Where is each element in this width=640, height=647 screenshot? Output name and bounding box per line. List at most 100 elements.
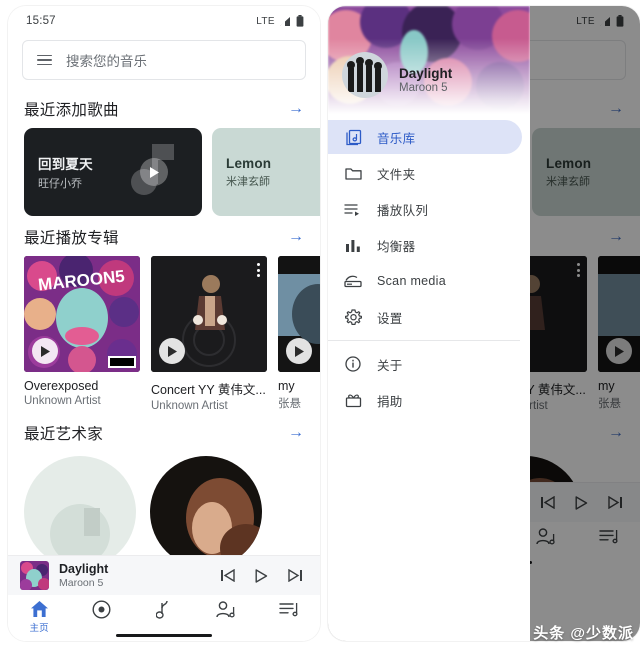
album-art[interactable] <box>151 256 267 372</box>
now-playing-artist: Maroon 5 <box>59 576 104 589</box>
queue-icon <box>344 200 362 218</box>
play-button[interactable] <box>255 568 268 583</box>
drawer-item-queue[interactable]: 播放队列 <box>328 192 522 226</box>
album-row: MAROON5 Overexposed Unknown Artist Conce… <box>8 256 320 412</box>
arrow-right-icon[interactable]: → <box>288 101 304 117</box>
quick-card-row: 回到夏天 旺仔小乔 Lemon 米津玄師 <box>8 128 320 216</box>
album-artist: Unknown Artist <box>24 395 101 407</box>
overflow-menu-icon[interactable] <box>257 263 260 277</box>
bottom-navigation: 主页 <box>8 595 320 641</box>
library-icon <box>344 128 362 146</box>
nav-tab-albums[interactable] <box>74 600 130 619</box>
now-playing-art <box>20 561 49 590</box>
play-button[interactable] <box>140 158 168 186</box>
drawer-track-artist: Maroon 5 <box>399 82 448 94</box>
artist-avatar <box>150 456 262 568</box>
drawer-item-label: 捐助 <box>377 394 403 409</box>
mini-player-art <box>20 561 49 590</box>
album-art[interactable] <box>278 256 320 372</box>
play-button[interactable] <box>32 338 58 364</box>
artist-item[interactable] <box>150 456 262 568</box>
app-screen-home: 15:57 LTE 搜索您的音乐 最近添加歌曲 → 回到夏天 旺仔小乔 Lemo… <box>8 6 320 641</box>
drawer-item-equalizer[interactable]: 均衡器 <box>328 228 522 262</box>
drawer-header[interactable]: Daylight Maroon 5 <box>328 6 530 114</box>
album-art[interactable]: MAROON5 <box>24 256 140 372</box>
next-track-button[interactable] <box>288 569 302 582</box>
home-indicator <box>116 634 212 637</box>
nav-tab-songs[interactable] <box>136 600 192 619</box>
drawer-item-label: 关于 <box>377 358 403 373</box>
nav-tab-artists[interactable] <box>198 600 254 619</box>
drawer-item-about[interactable]: 关于 <box>328 347 522 381</box>
drawer-item-folders[interactable]: 文件夹 <box>328 156 522 190</box>
arrow-right-icon[interactable]: → <box>288 229 304 245</box>
drawer-now-playing-meta: Daylight Maroon 5 <box>399 66 452 98</box>
artist-item[interactable] <box>24 456 136 568</box>
mini-player-meta: Daylight Maroon 5 <box>59 562 211 590</box>
nav-tab-playlists[interactable] <box>261 600 317 618</box>
play-button[interactable] <box>286 338 312 364</box>
drawer-item-label: 均衡器 <box>377 239 416 254</box>
now-playing-art <box>342 52 388 98</box>
section-header-recent-albums: 最近播放专辑 → <box>8 216 320 256</box>
app-screen-drawer-open: 15:57 LTE <box>328 6 640 641</box>
section-header-recent-songs: 最近添加歌曲 → <box>8 88 320 128</box>
screenshot-stage: 15:57 LTE 搜索您的音乐 最近添加歌曲 → 回到夏天 旺仔小乔 Lemo… <box>0 0 640 647</box>
music-note-icon <box>155 600 168 619</box>
play-icon <box>294 345 304 357</box>
drawer-menu: 音乐库 文件夹 播放队列 均衡器 Scan media 设置 关于 捐助 <box>328 114 530 641</box>
album-item[interactable]: MAROON5 Overexposed Unknown Artist <box>24 256 140 412</box>
status-icons: LTE <box>256 15 304 27</box>
playlist-icon <box>279 603 298 617</box>
album-artist: 张悬 <box>278 398 301 410</box>
drawer-item-settings[interactable]: 设置 <box>328 300 522 334</box>
nav-tab-label: 主页 <box>29 623 49 634</box>
artist-avatar <box>24 456 136 568</box>
status-bar: 15:57 LTE <box>8 6 320 36</box>
section-title: 最近艺术家 <box>24 426 104 443</box>
navigation-drawer: Daylight Maroon 5 音乐库 文件夹 播放队列 均衡器 Scan … <box>328 6 530 641</box>
drawer-item-scan-media[interactable]: Scan media <box>328 264 522 298</box>
scanner-icon <box>344 272 362 290</box>
phone-left: 15:57 LTE 搜索您的音乐 最近添加歌曲 → 回到夏天 旺仔小乔 Lemo… <box>8 6 320 641</box>
equalizer-icon <box>344 236 362 254</box>
album-title: Overexposed <box>24 379 99 393</box>
hamburger-icon[interactable] <box>37 54 52 66</box>
info-icon <box>344 355 362 373</box>
quick-card-title: Lemon <box>226 155 272 171</box>
nav-tab-home[interactable]: 主页 <box>11 600 67 634</box>
drawer-track-title: Daylight <box>399 66 453 81</box>
search-area: 搜索您的音乐 <box>8 36 320 88</box>
drawer-item-label: 音乐库 <box>377 131 416 146</box>
album-title: Concert YY 黄伟文... <box>151 383 266 397</box>
network-label: LTE <box>256 15 275 27</box>
drawer-item-library[interactable]: 音乐库 <box>328 120 522 154</box>
search-input[interactable]: 搜索您的音乐 <box>66 50 147 70</box>
section-header-recent-artists: 最近艺术家 → <box>8 412 320 452</box>
drawer-item-label: 设置 <box>377 311 403 326</box>
drawer-item-label: 文件夹 <box>377 167 416 182</box>
album-item[interactable]: my 张悬 <box>278 256 320 412</box>
album-artist: Unknown Artist <box>151 400 228 412</box>
mini-player[interactable]: Daylight Maroon 5 <box>8 555 320 595</box>
search-bar[interactable]: 搜索您的音乐 <box>22 40 306 80</box>
drawer-divider <box>328 340 520 341</box>
play-icon <box>149 166 159 178</box>
drawer-item-donate[interactable]: 捐助 <box>328 383 522 417</box>
status-time: 15:57 <box>26 15 56 27</box>
album-item[interactable]: Concert YY 黄伟文... Unknown Artist <box>151 256 267 412</box>
quick-card[interactable]: 回到夏天 旺仔小乔 <box>24 128 202 216</box>
arrow-right-icon[interactable]: → <box>288 425 304 441</box>
section-title: 最近播放专辑 <box>24 230 119 247</box>
now-playing-title: Daylight <box>59 561 109 576</box>
play-button[interactable] <box>159 338 185 364</box>
quick-card[interactable]: Lemon 米津玄師 <box>212 128 320 216</box>
artist-row <box>8 452 320 568</box>
home-icon <box>30 601 48 617</box>
folder-icon <box>344 164 362 182</box>
section-title: 最近添加歌曲 <box>24 102 119 119</box>
previous-track-button[interactable] <box>221 569 235 582</box>
play-icon <box>167 345 177 357</box>
battery-icon <box>296 15 304 27</box>
quick-card-artist: 米津玄師 <box>226 175 270 188</box>
